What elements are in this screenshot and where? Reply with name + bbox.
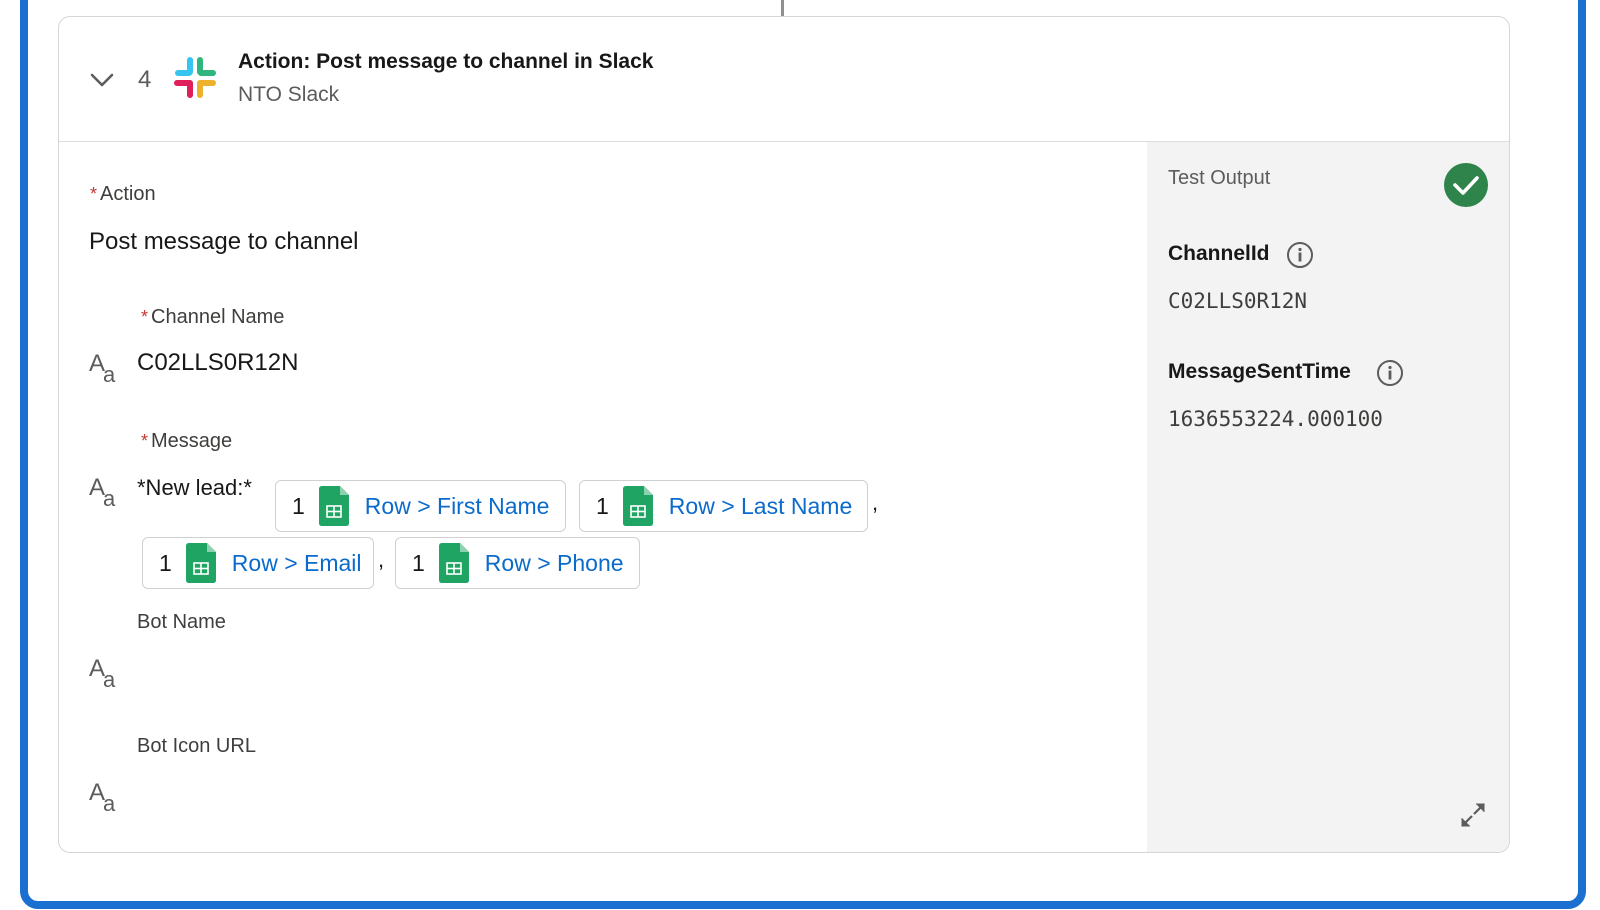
step-number: 4 bbox=[138, 66, 152, 93]
expand-icon[interactable] bbox=[1459, 801, 1487, 829]
flow-connector-line bbox=[781, 0, 784, 17]
required-marker: * bbox=[141, 431, 149, 451]
data-pill-first-name[interactable]: 1 Row > First Name bbox=[275, 480, 566, 532]
pill-separator: , bbox=[378, 547, 385, 572]
action-step-card: 4 Action: Post message to channel in Sla… bbox=[58, 16, 1510, 853]
success-check-icon bbox=[1444, 163, 1488, 207]
connection-name: NTO Slack bbox=[238, 83, 340, 106]
step-title: Action: Post message to channel in Slack bbox=[238, 50, 654, 73]
google-sheets-icon bbox=[318, 486, 349, 526]
google-sheets-icon bbox=[185, 543, 216, 583]
bot-icon-url-label: Bot Icon URL bbox=[137, 735, 256, 757]
required-marker: * bbox=[141, 307, 149, 327]
bot-name-label: Bot Name bbox=[137, 611, 226, 633]
text-type-icon: Aa bbox=[89, 779, 116, 816]
text-type-icon: Aa bbox=[89, 655, 116, 692]
data-pill-last-name[interactable]: 1 Row > Last Name bbox=[579, 480, 868, 532]
output-field-value: C02LLS0R12N bbox=[1168, 289, 1308, 313]
data-pill-phone[interactable]: 1 Row > Phone bbox=[395, 537, 640, 589]
test-output-title: Test Output bbox=[1168, 167, 1271, 189]
google-sheets-icon bbox=[438, 543, 469, 583]
output-field-name: ChannelId bbox=[1168, 242, 1270, 265]
test-output-panel: Test Output ChannelId C02LLS0R12N Messag… bbox=[1147, 142, 1509, 852]
text-type-icon: Aa bbox=[89, 350, 116, 387]
google-sheets-icon bbox=[622, 486, 653, 526]
action-form: * Action Post message to channel * Channel… bbox=[59, 142, 1147, 852]
slack-logo-icon bbox=[174, 57, 216, 98]
bot-name-input[interactable] bbox=[137, 652, 737, 684]
action-value[interactable]: Post message to channel bbox=[89, 228, 359, 256]
required-marker: * bbox=[90, 184, 98, 204]
output-field-name: MessageSentTime bbox=[1168, 360, 1351, 383]
step-header[interactable]: 4 Action: Post message to channel in Sla… bbox=[59, 17, 1509, 142]
info-icon[interactable] bbox=[1376, 359, 1404, 387]
message-label: * Message bbox=[141, 430, 233, 452]
message-prefix-text[interactable]: *New lead:* bbox=[137, 475, 252, 501]
channel-name-label: * Channel Name bbox=[141, 306, 285, 328]
info-icon[interactable] bbox=[1286, 241, 1314, 269]
pill-separator: , bbox=[872, 490, 879, 515]
action-label: * Action bbox=[90, 183, 156, 205]
output-field-value: 1636553224.000100 bbox=[1168, 407, 1383, 431]
channel-name-input[interactable]: C02LLS0R12N bbox=[137, 349, 298, 377]
bot-icon-url-input[interactable] bbox=[137, 776, 737, 808]
data-pill-email[interactable]: 1 Row > Email bbox=[142, 537, 374, 589]
text-type-icon: Aa bbox=[89, 474, 116, 511]
chevron-down-icon[interactable] bbox=[89, 70, 115, 90]
